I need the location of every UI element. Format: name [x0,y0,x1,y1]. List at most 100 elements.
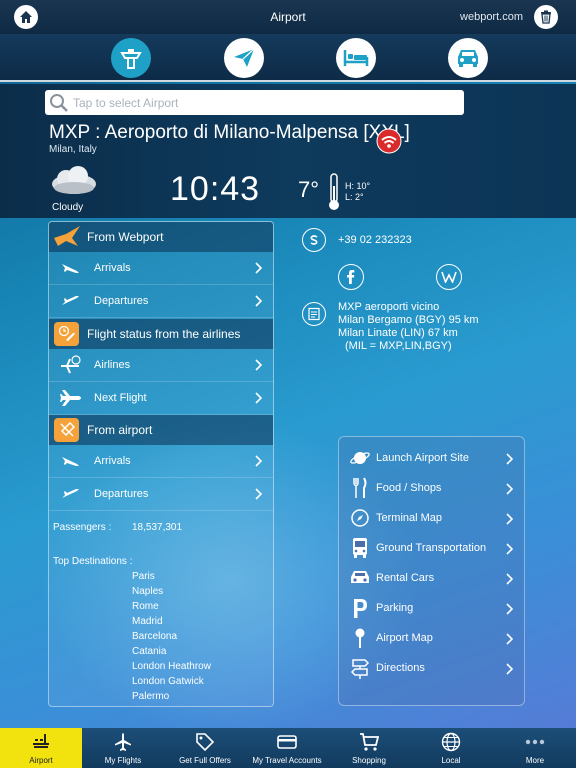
skype-button[interactable] [302,228,326,252]
webport-arrivals-row[interactable]: Arrivals [49,252,273,285]
nearby-codes: (MIL = MXP,LIN,BGY) [345,340,452,352]
map-pin-icon [355,628,365,648]
row-label: Arrivals [94,262,131,274]
cloud-icon [52,166,96,194]
signpost-icon [350,659,370,679]
destination-item: Madrid [132,616,163,627]
thermometer-icon [329,173,339,210]
service-label: Airport Map [376,632,433,644]
parking-icon [354,599,367,618]
category-bar [0,34,576,82]
webport-departures-row[interactable]: Departures [49,285,273,318]
airport-search[interactable] [45,90,464,115]
nearby-title: MXP aeroporti vicino [338,301,440,313]
service-label: Parking [376,602,414,614]
service-label: Ground Transportation [376,542,487,554]
chevron-right-icon [255,262,263,274]
service-airport-map[interactable]: Airport Map [339,623,524,653]
airplane-icon [60,390,81,406]
trash-icon [541,10,551,24]
brand-link[interactable]: webport.com [460,11,523,23]
note-icon [308,307,320,321]
chevron-right-icon [506,633,514,645]
chevron-right-icon [255,455,263,467]
chevron-right-icon [506,573,514,585]
temp-high: H: 10° [345,181,371,191]
next-flight-row[interactable]: Next Flight [49,382,273,415]
flight-info-panel: From Webport Arrivals Departures Flight … [48,221,274,707]
destination-item: Palermo [132,691,170,702]
tab-my-flights[interactable]: My Flights [82,728,164,768]
search-input[interactable] [73,95,453,110]
airlines-row[interactable]: Airlines [49,349,273,382]
airport-arrivals-row[interactable]: Arrivals [49,445,273,478]
paper-plane-icon [234,48,255,67]
services-panel: Launch Airport Site Food / Shops Termina… [338,436,525,706]
chevron-right-icon [506,663,514,675]
search-icon [50,93,68,112]
section-title: Flight status from the airlines [87,327,241,341]
tab-more[interactable]: More [494,728,576,768]
service-ground-transport[interactable]: Ground Transportation [339,533,524,563]
section-title: From airport [87,423,153,437]
destination-item: Naples [132,586,164,597]
top-bar: Airport webport.com [0,0,576,34]
category-cars[interactable] [448,38,488,78]
tab-label: My Travel Accounts [252,756,322,765]
nearby-item: Milan Linate (LIN) 67 km [338,327,458,339]
chevron-right-icon [506,513,514,525]
airport-departures-row[interactable]: Departures [49,478,273,511]
departures-icon [62,489,79,498]
destination-item: Barcelona [132,631,178,642]
globe-icon [441,732,461,752]
phone-number[interactable]: +39 02 232323 [338,234,412,246]
row-label: Departures [94,488,149,500]
service-launch-site[interactable]: Launch Airport Site [339,443,524,473]
control-tower-icon [120,49,142,69]
arrivals-icon [62,264,79,273]
tab-label: Get Full Offers [179,756,231,765]
category-hotels[interactable] [336,38,376,78]
webport-bird-icon [54,226,80,246]
destination-item: Rome [132,601,159,612]
delete-button[interactable] [534,5,558,29]
airport-name: MXP : Aeroporto di Milano-Malpensa [XXL] [49,122,410,143]
passengers-value: 18,537,301 [132,522,183,533]
temp-low: L: 2° [345,192,364,202]
service-label: Food / Shops [376,482,442,494]
destinations-label: Top Destinations : [53,556,133,567]
car-icon [458,50,478,67]
tab-airport[interactable]: Airport [0,728,82,768]
local-time: 10:43 [170,170,261,208]
service-parking[interactable]: Parking [339,593,524,623]
nearby-item: Milan Bergamo (BGY) 95 km [338,314,479,326]
car-icon [351,571,369,583]
nearby-airports-button[interactable] [302,302,326,326]
arrivals-icon [62,457,79,466]
tab-label: Local [441,756,461,765]
chevron-right-icon [506,483,514,495]
tab-local[interactable]: Local [410,728,492,768]
service-food-shops[interactable]: Food / Shops [339,473,524,503]
row-label: Arrivals [94,455,131,467]
destination-item: London Gatwick [132,676,204,687]
weather-condition: Cloudy [52,202,84,213]
service-rental-cars[interactable]: Rental Cars [339,563,524,593]
tab-label: My Flights [104,756,142,765]
facebook-button[interactable] [338,264,364,290]
wikipedia-icon [441,271,457,283]
service-terminal-map[interactable]: Terminal Map [339,503,524,533]
tab-offers[interactable]: Get Full Offers [164,728,246,768]
service-directions[interactable]: Directions [339,653,524,683]
wikipedia-button[interactable] [436,264,462,290]
category-flights[interactable] [224,38,264,78]
chevron-right-icon [506,603,514,615]
tab-travel-accounts[interactable]: My Travel Accounts [246,728,328,768]
chevron-right-icon [255,359,263,371]
facebook-icon [347,270,355,284]
temperature: 7° [298,177,320,202]
chevron-right-icon [506,453,514,465]
category-airport[interactable] [111,38,151,78]
tab-shopping[interactable]: Shopping [328,728,410,768]
wifi-badge-icon[interactable] [376,128,402,154]
